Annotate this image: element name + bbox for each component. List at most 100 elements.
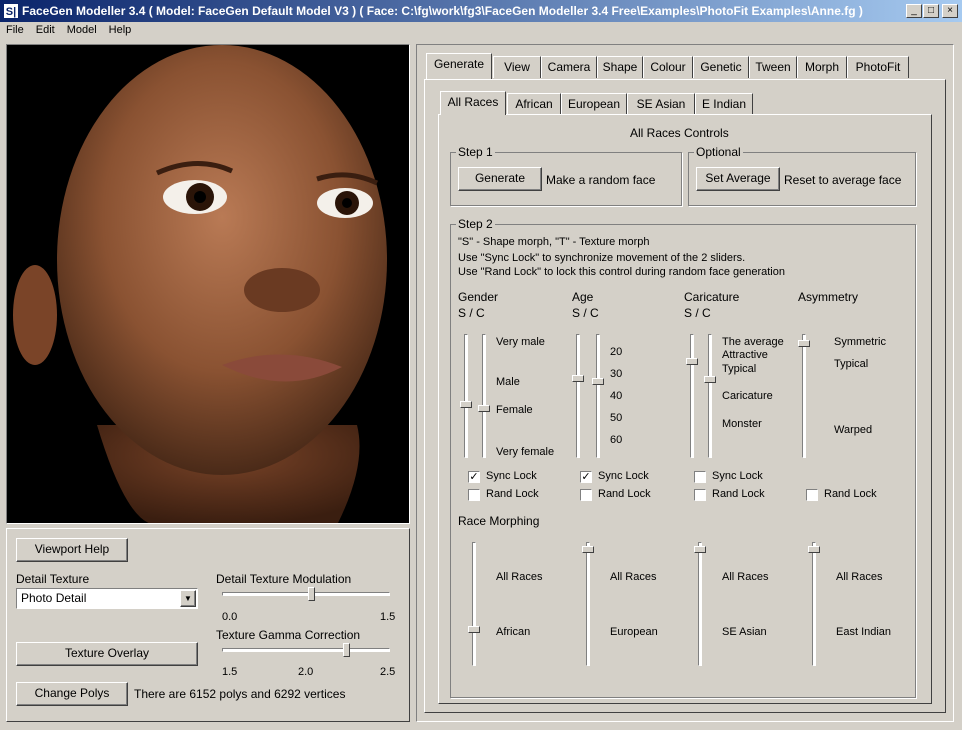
race-tabs: All Races African European SE Asian E In… (440, 91, 760, 115)
viewport-help-button[interactable]: Viewport Help (16, 538, 128, 562)
menu-bar: File Edit Model Help (0, 22, 962, 40)
maximize-button[interactable]: □ (923, 4, 939, 18)
generate-button[interactable]: Generate (458, 167, 542, 191)
gamma-tick-3: 2.5 (380, 666, 396, 678)
gender-label-female: Female (496, 404, 533, 416)
caricature-title: Caricature (684, 290, 740, 304)
subtab-all-races[interactable]: All Races (440, 91, 506, 115)
gender-shape-thumb[interactable] (460, 401, 472, 408)
gamma-slider-thumb[interactable] (342, 643, 350, 657)
minimize-button[interactable]: _ (906, 4, 922, 18)
app-icon[interactable]: S| (3, 3, 19, 19)
asymmetry-rand-lock-checkbox[interactable] (806, 489, 818, 501)
caricature-label-attractive: Attractive (722, 349, 768, 361)
tab-view[interactable]: View (493, 56, 541, 78)
caricature-texture-thumb[interactable] (704, 376, 716, 383)
tab-colour[interactable]: Colour (643, 56, 693, 78)
age-shape-slider[interactable] (576, 334, 580, 458)
tab-morph[interactable]: Morph (797, 56, 847, 78)
asymmetry-label-warped: Warped (834, 424, 873, 436)
menu-edit[interactable]: Edit (30, 22, 61, 38)
race-slider-se-asian-thumb[interactable] (694, 546, 706, 553)
asymmetry-slider[interactable] (802, 334, 806, 458)
age-label-60: 60 (610, 434, 623, 446)
race-east-indian-bottom-label: East Indian (836, 626, 892, 638)
age-sc: S / C (572, 306, 599, 320)
gender-sync-lock-label: Sync Lock (486, 470, 537, 482)
caricature-label-caricature: Caricature (722, 390, 773, 402)
detail-texture-select[interactable]: Photo Detail ▼ (16, 588, 198, 609)
asymmetry-label-symmetric: Symmetric (834, 336, 886, 348)
viewport[interactable] (6, 44, 410, 524)
gender-title: Gender (458, 290, 499, 304)
gender-texture-slider[interactable] (482, 334, 486, 458)
caricature-sync-lock-checkbox[interactable] (694, 471, 706, 483)
gender-rand-lock-checkbox[interactable] (468, 489, 480, 501)
asymmetry-thumb[interactable] (798, 340, 810, 347)
detail-texture-label: Detail Texture (16, 572, 90, 586)
menu-file[interactable]: File (0, 22, 30, 38)
gender-label-very-male: Very male (496, 336, 545, 348)
change-polys-button[interactable]: Change Polys (16, 682, 128, 706)
tab-genetic[interactable]: Genetic (693, 56, 749, 78)
tab-photofit[interactable]: PhotoFit (847, 56, 909, 78)
age-texture-slider[interactable] (596, 334, 600, 458)
age-sync-lock-checkbox[interactable]: ✓ (580, 471, 592, 483)
modulation-label: Detail Texture Modulation (216, 572, 352, 586)
caricature-shape-slider[interactable] (690, 334, 694, 458)
gender-texture-thumb[interactable] (478, 405, 490, 412)
age-label-50: 50 (610, 412, 623, 424)
subtab-european[interactable]: European (561, 93, 627, 115)
caricature-shape-thumb[interactable] (686, 358, 698, 365)
race-slider-european[interactable] (586, 542, 590, 666)
caricature-sc: S / C (684, 306, 711, 320)
gamma-slider-track[interactable] (222, 648, 390, 652)
modulation-slider-track[interactable] (222, 592, 390, 596)
age-texture-thumb[interactable] (592, 378, 604, 385)
step2-label: Step 2 (456, 217, 495, 231)
caricature-rand-lock-checkbox[interactable] (694, 489, 706, 501)
step2-line2: Use "Sync Lock" to synchronize movement … (458, 252, 746, 264)
subtab-e-indian[interactable]: E Indian (695, 93, 753, 115)
caricature-sync-lock-label: Sync Lock (712, 470, 763, 482)
tab-generate[interactable]: Generate (426, 53, 492, 79)
race-slider-east-indian-thumb[interactable] (808, 546, 820, 553)
asymmetry-title: Asymmetry (798, 290, 858, 304)
subtab-se-asian[interactable]: SE Asian (627, 93, 695, 115)
set-average-desc: Reset to average face (784, 173, 902, 187)
race-african-top-label: All Races (496, 571, 543, 583)
caricature-texture-slider[interactable] (708, 334, 712, 458)
gender-rand-lock-label: Rand Lock (486, 488, 539, 500)
gender-shape-slider[interactable] (464, 334, 468, 458)
modulation-slider-thumb[interactable] (307, 587, 315, 601)
gender-sync-lock-checkbox[interactable]: ✓ (468, 471, 480, 483)
race-slider-european-thumb[interactable] (582, 546, 594, 553)
race-slider-african[interactable] (472, 542, 476, 666)
menu-help[interactable]: Help (103, 22, 138, 38)
race-european-bottom-label: European (610, 626, 658, 638)
modulation-max: 1.5 (380, 611, 396, 623)
tab-tween[interactable]: Tween (749, 56, 797, 78)
race-morphing-title: Race Morphing (458, 514, 540, 528)
main-tabs: Generate View Camera Shape Colour Geneti… (426, 53, 946, 80)
caricature-label-monster: Monster (722, 418, 762, 430)
subtab-african[interactable]: African (507, 93, 561, 115)
menu-model[interactable]: Model (61, 22, 103, 38)
texture-overlay-button[interactable]: Texture Overlay (16, 642, 198, 666)
age-rand-lock-checkbox[interactable] (580, 489, 592, 501)
age-title: Age (572, 290, 594, 304)
set-average-button[interactable]: Set Average (696, 167, 780, 191)
close-button[interactable]: × (942, 4, 958, 18)
race-slider-se-asian[interactable] (698, 542, 702, 666)
race-slider-east-indian[interactable] (812, 542, 816, 666)
gender-sc: S / C (458, 306, 485, 320)
age-label-30: 30 (610, 368, 623, 380)
detail-texture-value: Photo Detail (21, 591, 87, 605)
race-slider-african-thumb[interactable] (468, 626, 480, 633)
asymmetry-label-typical: Typical (834, 358, 869, 370)
chevron-down-icon[interactable]: ▼ (180, 590, 196, 607)
tab-shape[interactable]: Shape (597, 56, 643, 78)
tab-camera[interactable]: Camera (541, 56, 597, 78)
age-shape-thumb[interactable] (572, 375, 584, 382)
modulation-min: 0.0 (222, 611, 238, 623)
